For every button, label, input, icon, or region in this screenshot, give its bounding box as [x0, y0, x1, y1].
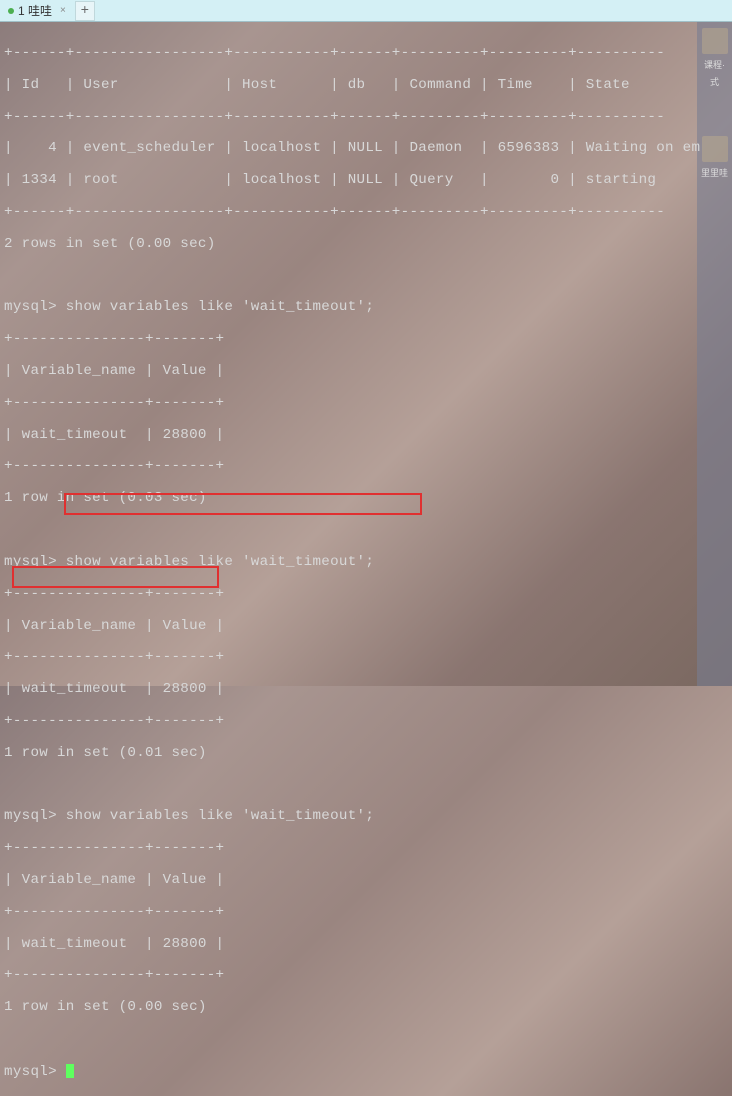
mysql-prompt: mysql>	[4, 299, 57, 315]
tab-status-dot-icon	[8, 8, 14, 14]
table-border: +---------------+-------+	[4, 714, 732, 730]
table-border: +---------------+-------+	[4, 587, 732, 603]
table-border: +---------------+-------+	[4, 650, 732, 666]
table-border: +---------------+-------+	[4, 905, 732, 921]
table-row: | 4 | event_scheduler | localhost | NULL…	[4, 141, 732, 157]
table-border: +------+-----------------+-----------+--…	[4, 110, 732, 126]
cursor-icon	[66, 1064, 74, 1078]
table-border: +---------------+-------+	[4, 968, 732, 984]
mysql-prompt-line[interactable]: mysql>	[4, 1064, 732, 1081]
result-summary: 1 row in set (0.01 sec)	[4, 746, 732, 762]
tab-bar: 1 哇哇 × +	[0, 0, 732, 22]
table-border: +------+-----------------+-----------+--…	[4, 46, 732, 62]
sql-command: show variables like 'wait_timeout';	[57, 299, 374, 315]
sql-command: show variables like 'wait_timeout';	[57, 808, 374, 824]
mysql-prompt: mysql>	[4, 1064, 66, 1080]
terminal-tab[interactable]: 1 哇哇 ×	[0, 0, 74, 21]
table-header: | Id | User | Host | db | Command | Time…	[4, 78, 732, 94]
blank-line	[4, 778, 732, 794]
result-summary: 1 row in set (0.00 sec)	[4, 1000, 732, 1016]
plus-icon: +	[81, 3, 89, 19]
table-header: | Variable_name | Value |	[4, 619, 732, 635]
table-header: | Variable_name | Value |	[4, 873, 732, 889]
mysql-prompt-line: mysql> show variables like 'wait_timeout…	[4, 555, 732, 571]
tab-title: 1 哇哇	[18, 2, 52, 19]
mysql-prompt: mysql>	[4, 554, 57, 570]
result-summary: 1 row in set (0.03 sec)	[4, 491, 732, 507]
table-border: +---------------+-------+	[4, 841, 732, 857]
table-border: +---------------+-------+	[4, 332, 732, 348]
blank-line	[4, 523, 732, 539]
result-summary: 2 rows in set (0.00 sec)	[4, 237, 732, 253]
table-row: | 1334 | root | localhost | NULL | Query…	[4, 173, 732, 189]
table-row: | wait_timeout | 28800 |	[4, 937, 732, 953]
blank-line	[4, 269, 732, 285]
table-border: +---------------+-------+	[4, 396, 732, 412]
blank-line	[4, 1032, 732, 1048]
mysql-prompt: mysql>	[4, 808, 57, 824]
table-row: | wait_timeout | 28800 |	[4, 428, 732, 444]
terminal-output[interactable]: +------+-----------------+-----------+--…	[0, 22, 732, 1096]
table-border: +------+-----------------+-----------+--…	[4, 205, 732, 221]
table-header: | Variable_name | Value |	[4, 364, 732, 380]
mysql-prompt-line: mysql> show variables like 'wait_timeout…	[4, 300, 732, 316]
close-icon[interactable]: ×	[60, 5, 66, 16]
new-tab-button[interactable]: +	[75, 1, 95, 21]
table-border: +---------------+-------+	[4, 459, 732, 475]
mysql-prompt-line: mysql> show variables like 'wait_timeout…	[4, 809, 732, 825]
sql-command: show variables like 'wait_timeout';	[57, 554, 374, 570]
table-row: | wait_timeout | 28800 |	[4, 682, 732, 698]
